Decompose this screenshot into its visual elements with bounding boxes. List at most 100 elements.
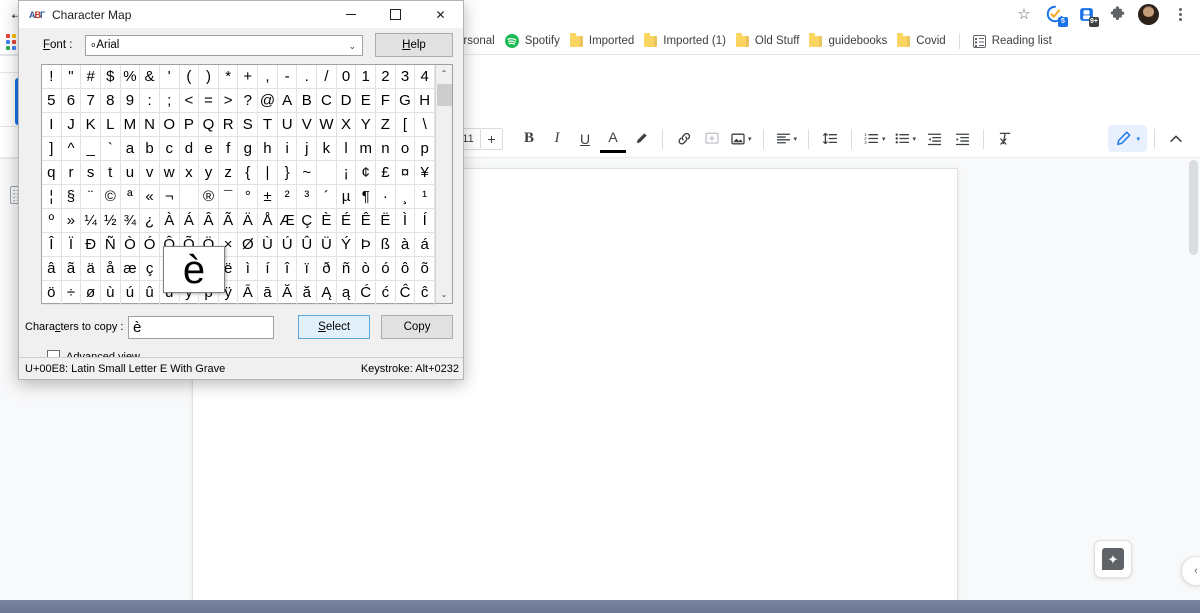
character-cell[interactable]: î xyxy=(278,257,298,281)
bookmark-item-imported[interactable]: Imported xyxy=(565,30,639,52)
character-cell[interactable]: Ø xyxy=(238,233,258,257)
character-cell[interactable]: 4 xyxy=(415,65,435,89)
character-cell[interactable]: £ xyxy=(376,161,396,185)
decrease-indent-icon[interactable] xyxy=(920,125,948,153)
character-cell[interactable]: É xyxy=(337,209,357,233)
chevron-down-icon[interactable]: ▾ xyxy=(748,135,752,143)
character-cell[interactable]: ¥ xyxy=(415,161,435,185)
character-cell[interactable]: ¾ xyxy=(121,209,141,233)
character-cell[interactable]: B xyxy=(297,89,317,113)
character-cell[interactable]: á xyxy=(415,233,435,257)
character-cell[interactable]: R xyxy=(219,113,239,137)
character-cell[interactable]: Ë xyxy=(376,209,396,233)
character-cell[interactable]: ą xyxy=(337,281,357,305)
character-map-titlebar[interactable]: ABГ Character Map ✕ xyxy=(19,1,463,28)
character-cell[interactable]: ö xyxy=(42,281,62,305)
character-cell[interactable]: ª xyxy=(121,185,141,209)
character-cell[interactable]: ò xyxy=(356,257,376,281)
bookmark-item-spotify[interactable]: Spotify xyxy=(500,30,565,52)
browser-profile-avatar[interactable] xyxy=(1138,4,1159,25)
bookmark-item-covid[interactable]: Covid xyxy=(892,30,950,52)
character-cell[interactable]: g xyxy=(238,137,258,161)
character-cell[interactable]: û xyxy=(140,281,160,305)
character-cell[interactable]: 1 xyxy=(356,65,376,89)
character-cell[interactable]: G xyxy=(396,89,416,113)
character-cell[interactable]: t xyxy=(101,161,121,185)
insert-image-icon[interactable]: ▾ xyxy=(726,125,756,153)
character-cell[interactable]: 0 xyxy=(337,65,357,89)
character-cell[interactable]: p xyxy=(415,137,435,161)
character-cell[interactable]: z xyxy=(219,161,239,185)
character-cell[interactable]: m xyxy=(356,137,376,161)
character-cell[interactable]: } xyxy=(278,161,298,185)
character-cell[interactable]: i xyxy=(278,137,298,161)
character-cell[interactable]: < xyxy=(180,89,200,113)
character-cell[interactable]: 6 xyxy=(62,89,82,113)
character-cell[interactable]: ! xyxy=(42,65,62,89)
character-cell[interactable]: Ç xyxy=(297,209,317,233)
character-cell[interactable]: L xyxy=(101,113,121,137)
editing-mode-button[interactable]: ▾ xyxy=(1108,125,1147,152)
character-cell[interactable]: Î xyxy=(42,233,62,257)
highlighter-pen-icon[interactable] xyxy=(627,125,655,153)
character-cell[interactable]: [ xyxy=(396,113,416,137)
character-cell[interactable]: D xyxy=(337,89,357,113)
character-cell[interactable]: c xyxy=(160,137,180,161)
character-cell[interactable]: ² xyxy=(278,185,298,209)
character-cell[interactable]: ¿ xyxy=(140,209,160,233)
text-align-icon[interactable]: ▾ xyxy=(771,125,802,153)
character-cell[interactable]: ì xyxy=(238,257,258,281)
character-cell[interactable]: ô xyxy=(396,257,416,281)
character-cell[interactable]: Æ xyxy=(278,209,298,233)
character-cell[interactable]: ¯ xyxy=(219,185,239,209)
character-cell[interactable]: ã xyxy=(62,257,82,281)
chevron-down-icon[interactable]: ▾ xyxy=(913,135,917,143)
character-cell[interactable]: ´ xyxy=(317,185,337,209)
character-cell[interactable]: à xyxy=(396,233,416,257)
character-cell[interactable]: * xyxy=(219,65,239,89)
character-cell[interactable]: ¤ xyxy=(396,161,416,185)
character-cell[interactable]: ¨ xyxy=(81,185,101,209)
character-cell[interactable]: 8 xyxy=(101,89,121,113)
character-cell[interactable]: d xyxy=(180,137,200,161)
character-cell[interactable]: Ì xyxy=(396,209,416,233)
character-cell[interactable]: v xyxy=(140,161,160,185)
character-cell[interactable]: j xyxy=(297,137,317,161)
character-cell[interactable]: u xyxy=(121,161,141,185)
character-cell[interactable]: Ò xyxy=(121,233,141,257)
minimize-button[interactable] xyxy=(328,1,373,28)
character-grid-scrollbar[interactable]: ⌃ ⌄ xyxy=(435,65,452,303)
character-cell[interactable]: Ê xyxy=(356,209,376,233)
character-cell[interactable]: § xyxy=(62,185,82,209)
bulleted-list-icon[interactable]: ▾ xyxy=(890,125,921,153)
character-cell[interactable]: ? xyxy=(238,89,258,113)
character-cell[interactable]: ¶ xyxy=(356,185,376,209)
browser-menu-kebab-icon[interactable] xyxy=(1170,4,1190,24)
character-cell[interactable]: » xyxy=(62,209,82,233)
character-cell[interactable]: Ï xyxy=(62,233,82,257)
character-cell[interactable]: ° xyxy=(238,185,258,209)
character-map-window[interactable]: ABГ Character Map ✕ Font : o Arial ⌄ Hel… xyxy=(18,0,464,380)
character-cell[interactable]: ç xyxy=(140,257,160,281)
hide-menus-chevron-icon[interactable] xyxy=(1162,125,1190,153)
character-cell[interactable]: ­ xyxy=(180,185,200,209)
character-cell[interactable]: ù xyxy=(101,281,121,305)
character-cell[interactable]: Ú xyxy=(278,233,298,257)
document-scrollbar[interactable] xyxy=(1189,160,1198,255)
character-cell[interactable]: Þ xyxy=(356,233,376,257)
character-cell[interactable]: ñ xyxy=(337,257,357,281)
copy-button[interactable]: Copy xyxy=(381,315,453,339)
character-cell[interactable]: Ĉ xyxy=(396,281,416,305)
character-cell[interactable]: â xyxy=(42,257,62,281)
chevron-down-icon[interactable]: ⌄ xyxy=(348,36,356,57)
clear-formatting-icon[interactable] xyxy=(991,125,1019,153)
character-cell[interactable]: ¡ xyxy=(337,161,357,185)
font-select[interactable]: o Arial ⌄ xyxy=(85,35,363,56)
character-cell[interactable]: Ý xyxy=(337,233,357,257)
character-cell[interactable]: ½ xyxy=(101,209,121,233)
character-cell[interactable]: ø xyxy=(81,281,101,305)
character-cell[interactable]: 2 xyxy=(376,65,396,89)
character-cell[interactable]: y xyxy=(199,161,219,185)
character-cell[interactable]: . xyxy=(297,65,317,89)
character-cell[interactable]: / xyxy=(317,65,337,89)
